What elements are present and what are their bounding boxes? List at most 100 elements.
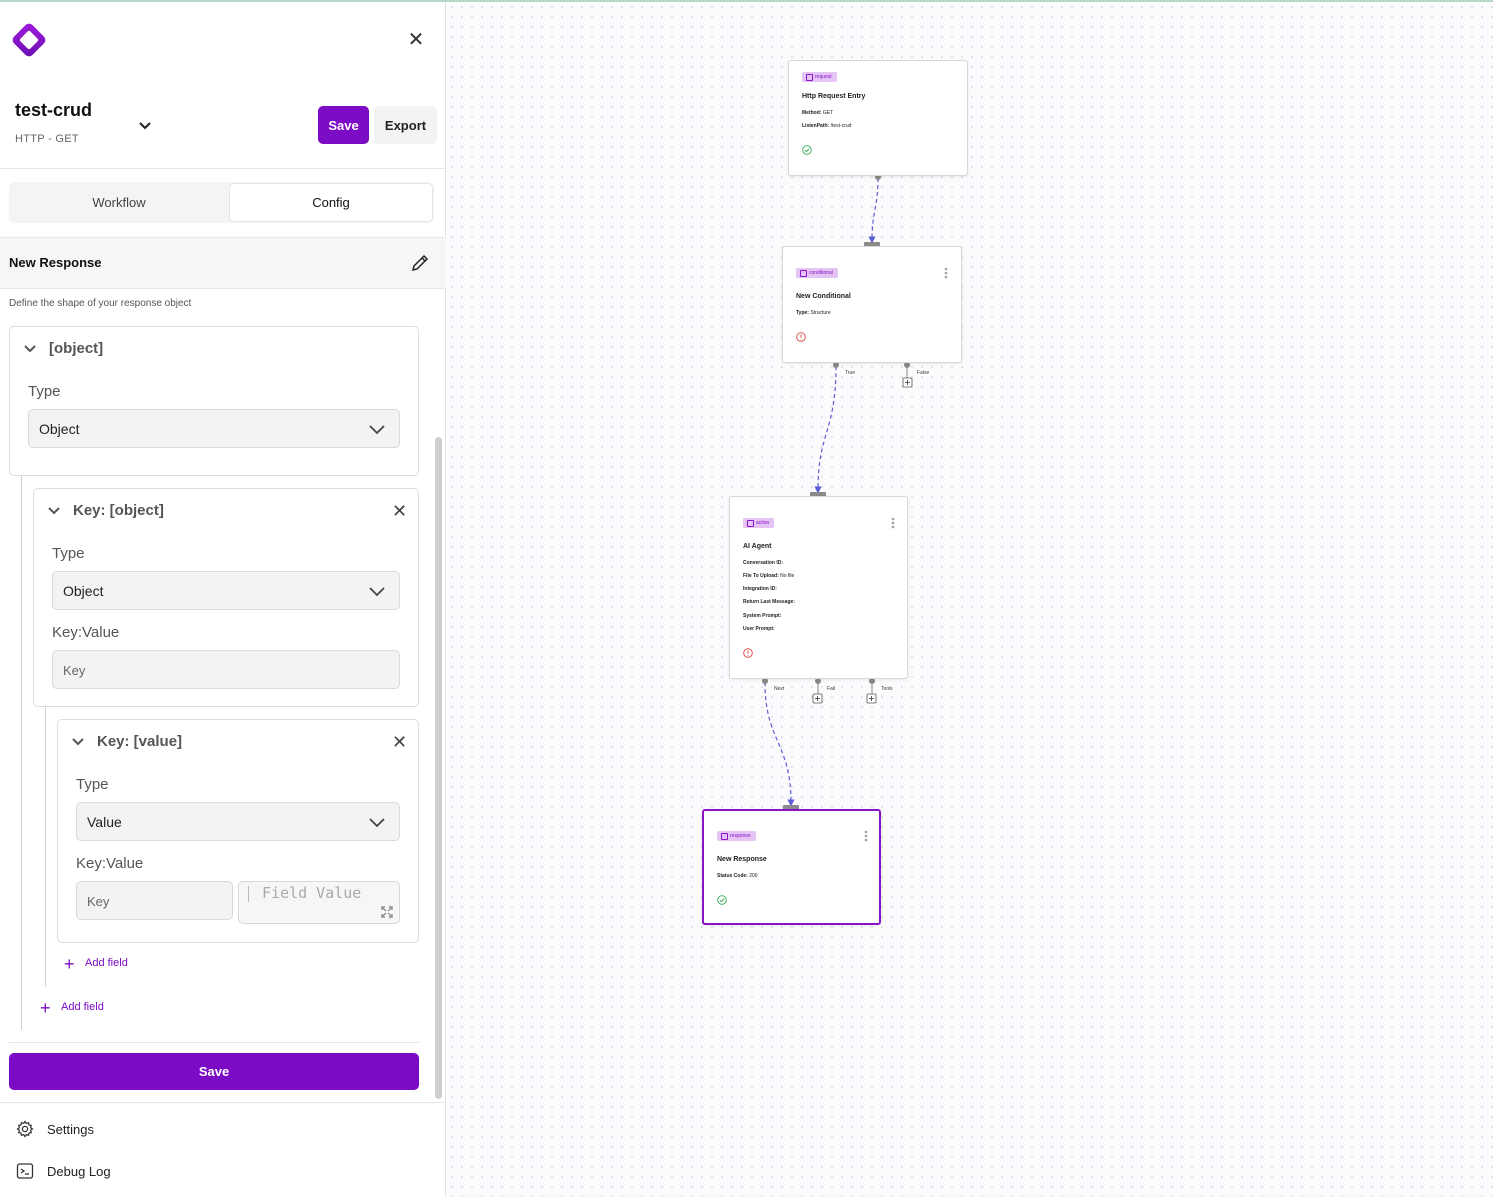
node-type-badge: conditional [796,268,838,278]
node-menu-icon[interactable] [944,267,948,279]
config-sidebar: ✕ test-crud HTTP - GET Save Export Workf… [0,2,446,1197]
type-select-value: Object [39,421,80,437]
node-prop-conversation-id: Conversation ID: [743,560,784,566]
tab-config[interactable]: Config [229,183,433,222]
add-branch-fail-icon [812,693,823,704]
node-prop-integration-id: Integration ID: [743,586,777,592]
key-value-label: Key:Value [52,624,120,641]
field-value-input[interactable]: Field Value [238,881,400,924]
workflow-trigger-type: HTTP - GET [15,133,79,145]
node-config-header: New Response [0,237,446,289]
node-prop-file-upload: File To Upload: No file [743,573,795,579]
add-branch-false-icon [902,377,913,388]
type-select-value: Object [63,583,104,599]
node-prop-type: Type: Structure [796,310,831,316]
type-select[interactable]: Object [52,571,400,610]
plus-icon: + [64,954,75,974]
edge-next-to-response [764,681,795,807]
tab-workflow[interactable]: Workflow [9,182,229,223]
port-label-tools: Tools [879,686,895,692]
node-type-badge: request [802,72,837,82]
panel-description: Define the shape of your response object [9,298,192,309]
check-circle-icon [802,145,812,155]
node-title: AI Agent [743,543,772,550]
chevron-down-icon [369,425,385,435]
node-new-response[interactable]: response New Response Status Code: 200 [702,809,881,925]
node-type-badge: response [717,831,756,841]
key-input[interactable]: Key [52,650,400,689]
type-select-value: Value [87,814,122,830]
node-title: New Response [9,255,102,270]
chevron-down-icon [369,818,385,828]
check-circle-icon [717,895,727,905]
type-select[interactable]: Object [28,409,400,448]
node-prop-method: Method: GET [802,110,834,116]
error-circle-icon [743,648,753,658]
tab-bar: Workflow Config [9,182,434,223]
text-cursor [248,886,249,902]
workflow-name: test-crud [15,100,93,120]
divider [9,1042,419,1043]
node-prop-system-prompt: System Prompt: [743,613,782,619]
divider [0,1102,446,1103]
node-ai-agent[interactable]: action AI Agent Conversation ID: File To… [729,496,908,679]
node-menu-icon[interactable] [864,830,868,842]
type-label: Type [76,776,109,793]
panel-scrollbar[interactable] [435,437,442,1099]
node-type-badge: action [743,518,775,528]
node-prop-listenpath: ListenPath: /test-crud [802,123,852,129]
edge-http-to-conditional [868,177,879,244]
card-heading: Key: [value] [97,733,183,750]
export-button[interactable]: Export [374,106,437,144]
add-branch-tools-icon [866,693,877,704]
type-select[interactable]: Value [76,802,400,841]
node-menu-icon[interactable] [891,517,895,529]
schema-child-card: Key: [object] ✕ Type Object Key:Value Ke… [33,488,419,707]
node-conditional[interactable]: conditional New Conditional Type: Struct… [782,246,962,363]
port-label-fail: Fail [825,686,838,692]
key-placeholder: Key [87,894,110,909]
schema-root-card: [object] Type Object [9,326,419,476]
edge-true-to-agent [814,365,837,494]
chevron-down-icon[interactable] [23,342,37,356]
field-value-placeholder: Field Value [262,884,362,902]
chevron-down-icon[interactable] [71,735,85,749]
app-logo-icon[interactable] [10,21,48,59]
type-label: Type [52,545,85,562]
chevron-down-icon [369,587,385,597]
workflow-canvas[interactable]: request Http Request Entry Method: GET L… [447,2,1493,1197]
close-icon[interactable]: ✕ [406,30,426,50]
port-label-false: False [915,370,932,376]
port-label-true: True [843,370,858,376]
card-heading: [object] [49,340,104,357]
node-prop-status-code: Status Code: 200 [717,873,758,879]
key-input[interactable]: Key [76,881,233,920]
node-http-request[interactable]: request Http Request Entry Method: GET L… [788,60,968,176]
terminal-icon [16,1163,34,1179]
schema-grandchild-card: Key: [value] ✕ Type Value Key:Value Key … [57,719,419,943]
expand-icon[interactable] [381,906,393,918]
plus-icon: + [40,998,51,1018]
chevron-down-icon[interactable] [47,504,61,518]
tree-connector [21,476,22,1030]
divider [0,168,446,169]
card-heading: Key: [object] [73,502,164,519]
key-value-label: Key:Value [76,855,144,872]
type-label: Type [28,383,61,400]
node-title: New Response [717,856,767,863]
edge-layer [762,174,913,807]
chevron-down-icon[interactable] [136,116,154,134]
remove-field-icon[interactable]: ✕ [392,733,407,751]
edit-pencil-icon[interactable] [410,253,430,273]
node-prop-return-last: Return Last Message: [743,599,795,605]
node-prop-user-prompt: User Prompt: [743,626,775,632]
tree-connector [45,707,46,987]
gear-icon [16,1120,34,1138]
node-title: New Conditional [796,293,851,300]
save-workflow-button[interactable]: Save [318,106,369,144]
remove-field-icon[interactable]: ✕ [392,502,407,520]
save-config-button[interactable]: Save [9,1053,419,1090]
error-circle-icon [796,332,806,342]
key-placeholder: Key [63,663,86,678]
port-label-next: Next [772,686,787,692]
